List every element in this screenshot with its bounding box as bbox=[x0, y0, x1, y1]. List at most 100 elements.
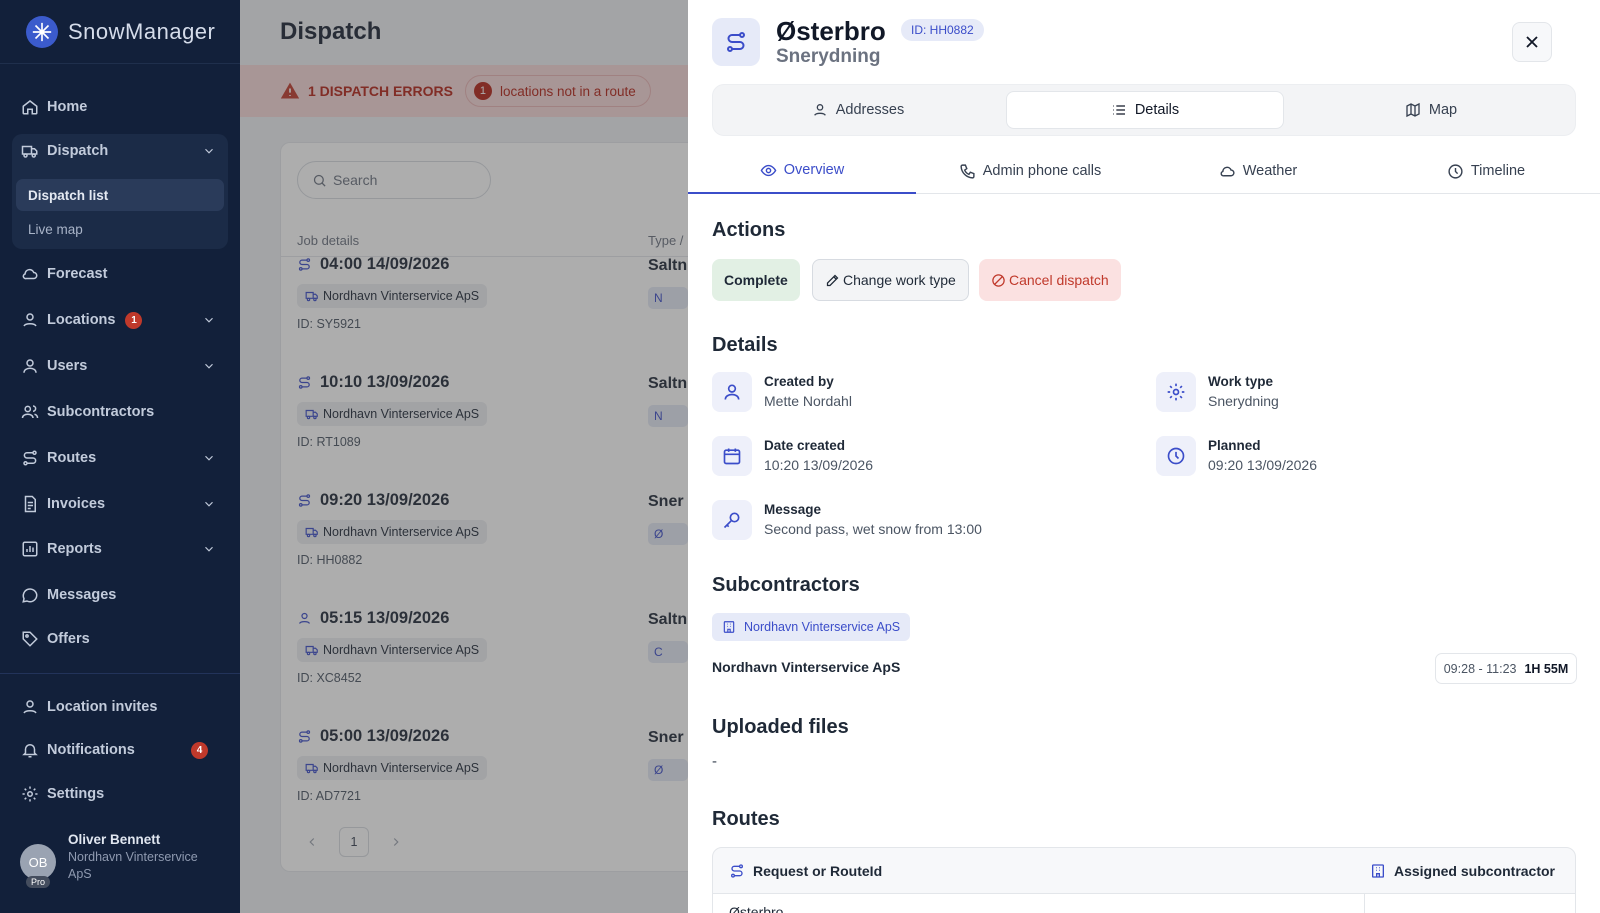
notifications-badge: 4 bbox=[191, 741, 208, 759]
view-switcher: Addresses Details Map bbox=[712, 84, 1576, 136]
detail-value: 10:20 13/09/2026 bbox=[764, 457, 873, 473]
chevron-down-icon bbox=[205, 455, 213, 461]
tab-overview[interactable]: Overview bbox=[688, 148, 916, 194]
sidebar-item-label: Invoices bbox=[47, 496, 106, 512]
close-button[interactable] bbox=[1512, 22, 1552, 62]
detail-label: Date created bbox=[764, 438, 846, 453]
sidebar-item-reports[interactable]: Reports bbox=[12, 532, 228, 566]
gear-icon bbox=[1156, 372, 1196, 412]
uploaded-files-heading: Uploaded files bbox=[712, 716, 849, 738]
route-icon bbox=[712, 18, 760, 66]
chevron-down-icon bbox=[205, 546, 213, 552]
segment-addresses[interactable]: Addresses bbox=[719, 91, 997, 129]
dispatch-group: Dispatch Dispatch list Live map bbox=[12, 134, 228, 249]
sidebar-item-subcontractors[interactable]: Subcontractors bbox=[12, 395, 228, 429]
subcontractors-heading: Subcontractors bbox=[712, 574, 860, 596]
edit-icon bbox=[826, 274, 839, 286]
sidebar-item-dispatch[interactable]: Dispatch bbox=[12, 134, 228, 168]
routes-table-header: Request or RouteId Assigned subcontracto… bbox=[713, 848, 1575, 894]
table-row[interactable]: Østerbro bbox=[713, 894, 1575, 913]
time-range: 09:28 - 11:23 bbox=[1443, 661, 1517, 676]
sidebar-item-label: Offers bbox=[47, 631, 90, 647]
subcontractor-chip-label: Nordhavn Vinterservice ApS bbox=[744, 620, 901, 634]
user-icon bbox=[712, 372, 752, 412]
sidebar-item-label: Dispatch bbox=[47, 143, 109, 159]
cancel-dispatch-button[interactable]: Cancel dispatch bbox=[979, 259, 1121, 301]
detail-label: Created by bbox=[764, 374, 834, 389]
close-icon bbox=[1526, 36, 1538, 48]
sidebar-item-location-invites[interactable]: Location invites bbox=[12, 690, 228, 724]
sidebar-item-locations[interactable]: Locations 1 bbox=[12, 303, 228, 337]
tab-label: Admin phone calls bbox=[982, 163, 1102, 179]
location-invite-icon bbox=[23, 700, 37, 714]
user-name: Oliver Bennett bbox=[68, 832, 161, 847]
sidebar-item-users[interactable]: Users bbox=[12, 349, 228, 383]
building-icon bbox=[1371, 863, 1384, 878]
sidebar-item-label: Location invites bbox=[47, 699, 158, 715]
sidebar-item-offers[interactable]: Offers bbox=[12, 622, 228, 656]
brand[interactable]: SnowManager bbox=[0, 0, 240, 64]
home-icon bbox=[22, 100, 38, 115]
app-name: SnowManager bbox=[68, 18, 216, 44]
sidebar-item-forecast[interactable]: Forecast bbox=[12, 257, 228, 291]
building-icon bbox=[723, 621, 735, 633]
detail-tabs: Overview Admin phone calls Weather Timel… bbox=[688, 148, 1600, 194]
sidebar-item-label: Subcontractors bbox=[47, 404, 155, 420]
user-org: Nordhavn Vinterservice ApS bbox=[68, 850, 198, 881]
column-label: Assigned subcontractor bbox=[1393, 862, 1555, 879]
button-label: Cancel dispatch bbox=[1009, 272, 1109, 288]
plan-badge: Pro bbox=[26, 876, 51, 888]
sidebar-item-label: Messages bbox=[47, 587, 117, 603]
modal-backdrop[interactable] bbox=[240, 0, 688, 913]
sidebar-item-messages[interactable]: Messages bbox=[12, 578, 228, 612]
sidebar-item-live-map[interactable]: Live map bbox=[16, 213, 224, 245]
tab-timeline[interactable]: Timeline bbox=[1372, 148, 1600, 194]
duration: 1H 55M bbox=[1524, 661, 1569, 676]
detail-label: Planned bbox=[1208, 438, 1261, 453]
uploaded-files-empty: - bbox=[712, 753, 717, 770]
sidebar-item-notifications[interactable]: Notifications 4 bbox=[12, 733, 228, 767]
eye-icon bbox=[760, 164, 777, 176]
sidebar-item-routes[interactable]: Routes bbox=[12, 441, 228, 475]
segment-map[interactable]: Map bbox=[1292, 91, 1570, 129]
tag-icon bbox=[22, 631, 38, 647]
calendar-icon bbox=[712, 436, 752, 476]
sidebar-item-label: Notifications bbox=[47, 742, 135, 758]
column-divider bbox=[1364, 894, 1365, 913]
avatar: OB Pro bbox=[20, 844, 56, 888]
sidebar-item-settings[interactable]: Settings bbox=[12, 777, 228, 811]
tab-weather[interactable]: Weather bbox=[1144, 148, 1372, 194]
button-label: Change work type bbox=[843, 272, 956, 288]
detail-value: Snerydning bbox=[1208, 393, 1279, 409]
change-work-type-button[interactable]: Change work type bbox=[812, 259, 969, 301]
detail-value: Mette Nordahl bbox=[764, 393, 852, 409]
sidebar: SnowManager Home Dispatch Dispatch list … bbox=[0, 0, 240, 913]
clock-icon bbox=[1448, 163, 1463, 179]
detail-work-type: Work type Snerydning bbox=[1156, 372, 1279, 412]
details-heading: Details bbox=[712, 334, 778, 356]
user-profile[interactable]: OB Pro Oliver Bennett Nordhavn Vinterser… bbox=[20, 832, 208, 888]
list-icon bbox=[1112, 105, 1125, 115]
segment-label: Map bbox=[1428, 102, 1458, 118]
segment-label: Details bbox=[1134, 102, 1180, 118]
complete-button[interactable]: Complete bbox=[712, 259, 800, 301]
phone-icon bbox=[960, 163, 975, 179]
routes-heading: Routes bbox=[712, 808, 780, 830]
segment-label: Addresses bbox=[835, 102, 905, 118]
work-time-chip: 09:28 - 11:23 1H 55M bbox=[1435, 653, 1577, 684]
chevron-down-icon bbox=[205, 317, 213, 323]
tab-admin-phone-calls[interactable]: Admin phone calls bbox=[916, 148, 1144, 194]
sidebar-item-home[interactable]: Home bbox=[12, 90, 228, 124]
sidebar-item-invoices[interactable]: Invoices bbox=[12, 487, 228, 521]
route-icon bbox=[23, 450, 37, 466]
map-icon bbox=[1406, 102, 1420, 118]
detail-value: 09:20 13/09/2026 bbox=[1208, 457, 1317, 473]
subcontractor-chip[interactable]: Nordhavn Vinterservice ApS bbox=[712, 613, 911, 641]
panel-title: Østerbro bbox=[776, 16, 886, 46]
user-icon bbox=[23, 359, 37, 373]
chevron-down-icon bbox=[205, 148, 213, 154]
sidebar-item-dispatch-list[interactable]: Dispatch list bbox=[16, 179, 224, 211]
snowflake-logo-icon bbox=[26, 15, 58, 48]
sidebar-item-label: Routes bbox=[47, 450, 97, 466]
segment-details[interactable]: Details bbox=[1006, 91, 1284, 129]
